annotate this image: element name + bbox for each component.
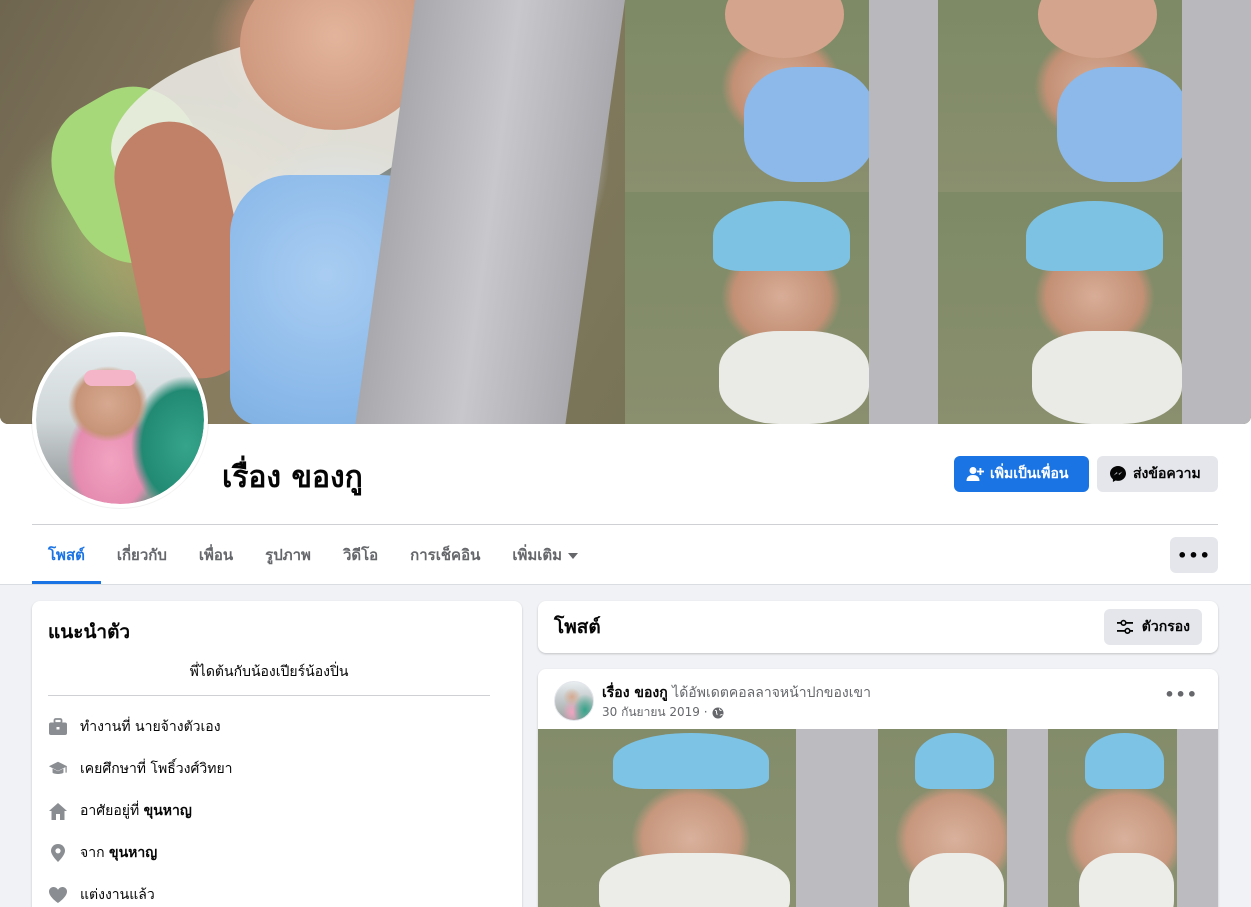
intro-item-relationship: แต่งงานแล้ว — [48, 874, 506, 907]
intro-bio: พี่ไดต้นกับน้องเปียร์น้องปิ่น — [48, 661, 490, 696]
posts-title: โพสต์ — [554, 616, 601, 638]
post-date[interactable]: 30 กันยายน 2019 · — [602, 703, 708, 722]
tab-label: การเช็คอิน — [410, 546, 481, 564]
post-photo[interactable] — [1048, 729, 1218, 907]
intro-list: ทำงานที่ นายจ้างตัวเอง เคยศึกษาที่ โพธิ์… — [48, 706, 506, 907]
tab-label: โพสต์ — [48, 546, 85, 564]
profile-avatar[interactable] — [32, 332, 208, 508]
filter-button[interactable]: ตัวกรอง — [1103, 609, 1202, 645]
post-collage[interactable] — [538, 729, 1218, 907]
cover-photo-tile — [625, 0, 938, 192]
tab-videos[interactable]: วิดีโอ — [327, 526, 394, 584]
tab-label: เพิ่มเติม — [512, 546, 563, 564]
tab-posts[interactable]: โพสต์ — [32, 526, 101, 584]
intro-item-text: จาก ขุนหาญ — [80, 842, 157, 864]
add-friend-label: เพิ่มเป็นเพื่อน — [990, 466, 1069, 482]
header-divider — [32, 524, 1218, 525]
filter-icon — [1116, 619, 1133, 634]
send-message-label: ส่งข้อความ — [1133, 466, 1201, 482]
post-photo[interactable] — [878, 729, 1048, 907]
post-author-name[interactable]: เรื่อง ของกู — [602, 685, 668, 701]
post-photo[interactable] — [538, 729, 878, 907]
profile-header: เรื่อง ของกู เพิ่มเป็นเพื่อน ส่งข้อความ … — [0, 0, 1251, 585]
tab-label: เกี่ยวกับ — [116, 546, 167, 564]
intro-item-from: จาก ขุนหาญ — [48, 832, 506, 874]
intro-item-text: เคยศึกษาที่ โพธิ์วงศ์วิทยา — [80, 761, 233, 777]
intro-item-text: อาศัยอยู่ที่ ขุนหาญ — [80, 800, 192, 822]
location-pin-icon — [48, 843, 68, 863]
caret-down-icon — [568, 553, 579, 559]
post-author-avatar[interactable] — [554, 681, 594, 721]
heart-icon — [48, 885, 68, 905]
post-action-text: ได้อัพเดตคอลลาจหน้าปกของเขา — [667, 685, 871, 701]
tab-label: วิดีโอ — [342, 546, 379, 564]
briefcase-icon — [48, 717, 68, 737]
cover-photo-collage[interactable] — [0, 0, 1251, 424]
posts-header-card: โพสต์ ตัวกรอง — [538, 601, 1218, 653]
intro-item-education: เคยศึกษาที่ โพธิ์วงศ์วิทยา — [48, 748, 506, 790]
post-header-line: เรื่อง ของกู ได้อัพเดตคอลลาจหน้าปกของเขา — [602, 682, 871, 704]
messenger-icon — [1110, 466, 1126, 482]
intro-title: แนะนำตัว — [48, 621, 131, 643]
cover-photo-tile — [625, 192, 938, 424]
profile-more-button[interactable]: ••• — [1170, 537, 1218, 573]
tab-label: รูปภาพ — [265, 546, 311, 564]
filter-label: ตัวกรอง — [1141, 619, 1190, 635]
add-friend-button[interactable]: เพิ่มเป็นเพื่อน — [954, 456, 1089, 492]
tab-photos[interactable]: รูปภาพ — [249, 526, 327, 584]
post-meta: 30 กันยายน 2019 · — [602, 703, 724, 722]
cover-photo-tile — [938, 192, 1251, 424]
intro-item-text: แต่งงานแล้ว — [80, 887, 155, 903]
tab-label: เพื่อน — [198, 546, 234, 564]
intro-item-place[interactable]: ขุนหาญ — [144, 803, 192, 819]
tab-friends[interactable]: เพื่อน — [183, 526, 249, 584]
profile-name: เรื่อง ของกู — [222, 460, 363, 495]
intro-item-prefix: อาศัยอยู่ที่ — [80, 803, 144, 819]
intro-item-place[interactable]: ขุนหาญ — [109, 845, 157, 861]
cover-photo-tile — [938, 0, 1251, 192]
post-options-button[interactable]: ••• — [1164, 685, 1198, 704]
intro-card: แนะนำตัว พี่ไดต้นกับน้องเปียร์น้องปิ่น ท… — [32, 601, 522, 907]
intro-item-prefix: จาก — [80, 845, 109, 861]
graduation-cap-icon — [48, 759, 68, 779]
intro-item-lives-in: อาศัยอยู่ที่ ขุนหาญ — [48, 790, 506, 832]
post-card: เรื่อง ของกู ได้อัพเดตคอลลาจหน้าปกของเขา… — [538, 669, 1218, 907]
add-friend-icon — [966, 467, 984, 481]
tab-checkins[interactable]: การเช็คอิน — [394, 526, 496, 584]
profile-tabs: โพสต์ เกี่ยวกับ เพื่อน รูปภาพ วิดีโอ การ… — [32, 526, 594, 584]
globe-icon — [712, 707, 724, 718]
home-icon — [48, 801, 68, 821]
intro-item-text: ทำงานที่ นายจ้างตัวเอง — [80, 719, 221, 735]
send-message-button[interactable]: ส่งข้อความ — [1097, 456, 1218, 492]
intro-item-work: ทำงานที่ นายจ้างตัวเอง — [48, 706, 506, 748]
tab-more[interactable]: เพิ่มเติม — [496, 526, 594, 584]
tab-about[interactable]: เกี่ยวกับ — [101, 526, 183, 584]
